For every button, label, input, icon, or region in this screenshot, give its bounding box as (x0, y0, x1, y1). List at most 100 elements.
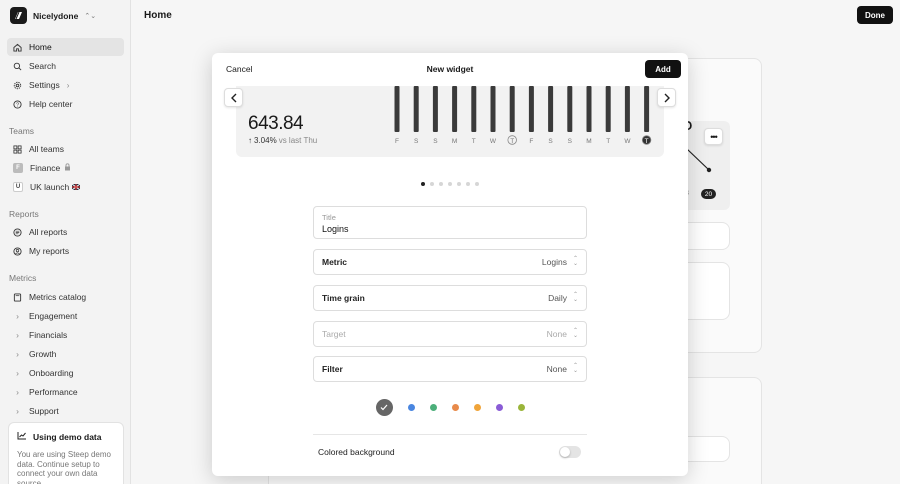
color-swatch[interactable] (451, 403, 459, 411)
sidebar-item-financials[interactable]: › Financials (7, 326, 124, 344)
sidebar-item-label: Engagement (29, 311, 78, 321)
carousel-dot[interactable] (448, 182, 452, 186)
page-title: Home (144, 10, 172, 21)
chevron-right-icon: › (16, 330, 19, 340)
carousel-dot[interactable] (421, 182, 425, 186)
chevron-right-icon: › (16, 387, 19, 397)
sidebar-item-growth[interactable]: › Growth (7, 345, 124, 363)
chevron-right-icon: › (16, 368, 19, 378)
demo-data-card[interactable]: Using demo data You are using Steep demo… (8, 422, 124, 484)
check-icon (380, 404, 388, 410)
chevron-right-icon: › (16, 311, 19, 321)
target-select-value-row: None ⌃ ⌄ (546, 328, 578, 339)
carousel-dot[interactable] (439, 182, 443, 186)
day-label: W (624, 138, 631, 145)
carousel-dot[interactable] (430, 182, 434, 186)
target-select[interactable]: Target None ⌃ ⌄ (313, 321, 587, 347)
add-button[interactable]: Add (645, 60, 681, 78)
widget-preview: F S S M T W T F S S M T W T 643.84 ↑ 3.04% vs last Th… (236, 86, 664, 157)
sidebar-item-label: UK launch (30, 182, 70, 192)
sidebar-item-home[interactable]: Home (7, 38, 124, 56)
sidebar-item-label: Metrics catalog (29, 292, 87, 302)
preview-bar (624, 86, 630, 132)
sidebar-item-label: Financials (29, 330, 68, 340)
day-label: M (452, 138, 457, 145)
sidebar-item-label: Home (29, 42, 52, 52)
filter-select-value: None (546, 364, 567, 374)
chevron-right-icon: › (16, 406, 19, 416)
sidebar-item-engagement[interactable]: › Engagement (7, 307, 124, 325)
preview-bar (548, 86, 554, 132)
color-swatch[interactable] (473, 403, 481, 411)
sidebar-item-label: Performance (29, 387, 78, 397)
filter-select-label: Filter (322, 364, 343, 374)
sidebar-item-label: All reports (29, 227, 68, 237)
demo-data-text: You are using Steep demo data. Continue … (17, 450, 111, 484)
metric-select[interactable]: Metric Logins ⌃ ⌄ (313, 249, 587, 275)
color-swatch[interactable] (407, 403, 415, 411)
title-field[interactable]: Title Logins (313, 206, 587, 239)
preview-bar (509, 86, 515, 132)
new-widget-modal: Cancel New widget Add FSSMTWTFSSMTWT 643… (212, 53, 688, 476)
chevron-updown-icon: ⌃⌄ (572, 292, 578, 303)
sidebar-item-label: All teams (29, 144, 64, 154)
toggle-knob (560, 447, 570, 457)
preview-bar (586, 86, 592, 132)
color-swatch[interactable] (429, 403, 437, 411)
carousel-next-button[interactable] (657, 88, 676, 107)
chevron-updown-icon: ⌃⌄ (572, 363, 578, 374)
sidebar-item-all-reports[interactable]: All reports (7, 223, 124, 241)
sidebar-item-performance[interactable]: › Performance (7, 383, 124, 401)
sidebar-item-metrics-catalog[interactable]: Metrics catalog (7, 288, 124, 306)
sidebar-item-label: My reports (29, 246, 70, 256)
sidebar-item-label: Support (29, 406, 59, 416)
carousel-dot[interactable] (457, 182, 461, 186)
day-label: S (433, 138, 438, 145)
preview-bar (452, 86, 458, 132)
day-label: T (645, 138, 649, 145)
day-label: F (395, 138, 399, 145)
color-picker (212, 398, 688, 416)
sidebar-item-my-reports[interactable]: My reports (7, 242, 124, 260)
section-heading-teams: Teams (9, 126, 35, 136)
carousel-prev-button[interactable] (224, 88, 243, 107)
color-swatch-selected[interactable] (375, 398, 393, 416)
preview-bar (432, 86, 438, 132)
preview-value: 643.84 (248, 113, 304, 134)
carousel-dot[interactable] (475, 182, 479, 186)
colored-background-toggle[interactable] (559, 446, 581, 458)
chevron-updown-icon: ⌃⌄ (572, 328, 578, 339)
sidebar-item-label: Growth (29, 349, 57, 359)
sidebar-item-help-center[interactable]: ? Help center (7, 95, 124, 113)
help-icon: ? (13, 99, 22, 109)
sidebar-item-onboarding[interactable]: › Onboarding (7, 364, 124, 382)
chevron-updown-icon: ⌃⌄ (84, 12, 97, 20)
color-swatch[interactable] (495, 403, 503, 411)
sidebar-item-finance[interactable]: F Finance (7, 159, 124, 177)
color-swatch[interactable] (517, 403, 525, 411)
sidebar-item-support[interactable]: › Support (7, 402, 124, 420)
filter-select[interactable]: Filter None ⌃ ⌄ (313, 356, 587, 382)
home-icon (13, 43, 22, 52)
target-select-value: None (546, 329, 567, 339)
preview-bar (528, 86, 534, 132)
time-grain-select[interactable]: Time grain Daily ⌃ ⌄ (313, 285, 587, 311)
chevron-right-icon: › (16, 349, 19, 359)
sidebar-item-settings[interactable]: Settings › (7, 76, 124, 94)
title-field-label: Title (322, 213, 336, 222)
carousel-dot[interactable] (466, 182, 470, 186)
sidebar-item-uk-launch[interactable]: U UK launch (7, 178, 124, 196)
metric-select-value: Logins (541, 257, 567, 267)
preview-change: 3.04% (254, 136, 277, 145)
workspace-switcher[interactable]: Nicelydone ⌃⌄ (10, 7, 96, 24)
title-field-value: Logins (322, 224, 349, 234)
sidebar-item-search[interactable]: Search (7, 57, 124, 75)
metric-select-value-row: Logins ⌃ ⌄ (541, 256, 578, 267)
section-heading-reports: Reports (9, 209, 39, 219)
preview-bar (490, 86, 496, 132)
done-button[interactable]: Done (857, 6, 893, 24)
reports-icon (13, 227, 22, 237)
demo-data-title-row: Using demo data (17, 431, 115, 442)
metric-select-label: Metric (322, 257, 348, 267)
sidebar-item-all-teams[interactable]: All teams (7, 140, 124, 158)
